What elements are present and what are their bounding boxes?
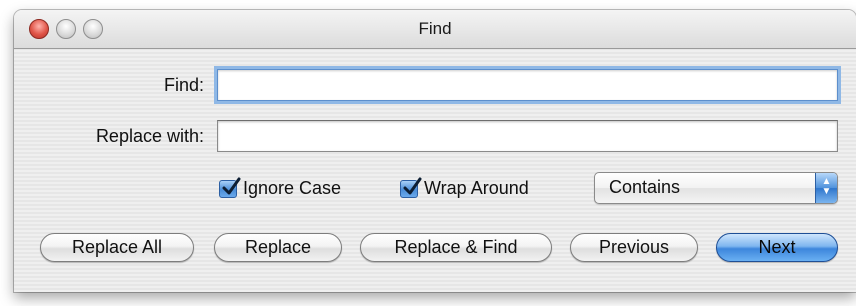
checkmark-icon	[400, 177, 422, 198]
replace-all-button[interactable]: Replace All	[40, 233, 194, 262]
find-field[interactable]	[217, 69, 838, 101]
match-mode-value: Contains	[609, 177, 681, 197]
replace-button[interactable]: Replace	[214, 233, 342, 262]
wrap-around-label: Wrap Around	[424, 178, 529, 198]
window-title: Find	[418, 19, 452, 38]
title-bar[interactable]: Find	[14, 10, 856, 49]
match-mode-popup[interactable]: Contains ▲ ▼	[594, 172, 838, 204]
find-label: Find:	[163, 75, 204, 95]
ignore-case-checkbox[interactable]: Ignore Case	[219, 177, 342, 199]
find-window: Find Find: Replace with: Ignore Case Wra…	[14, 10, 856, 292]
replace-with-field[interactable]	[217, 120, 838, 152]
wrap-around-checkbox[interactable]: Wrap Around	[400, 177, 529, 199]
updown-arrows-icon: ▲ ▼	[815, 173, 837, 203]
replace-with-label: Replace with:	[95, 126, 204, 146]
next-button[interactable]: Next	[716, 233, 838, 262]
previous-button[interactable]: Previous	[570, 233, 698, 262]
replace-and-find-button[interactable]: Replace & Find	[360, 233, 552, 262]
ignore-case-label: Ignore Case	[243, 178, 342, 198]
checkmark-icon	[219, 177, 241, 198]
